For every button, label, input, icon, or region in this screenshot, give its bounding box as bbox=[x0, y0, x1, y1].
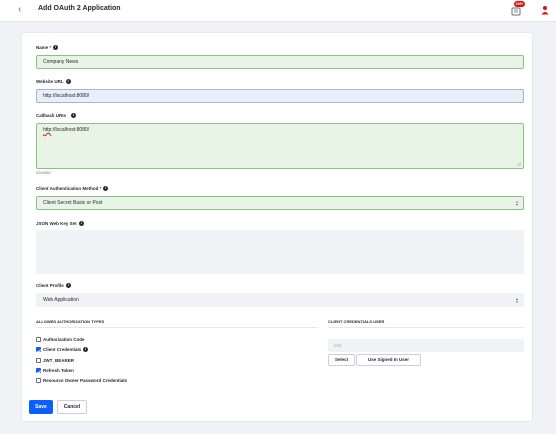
callback-uris-textarea[interactable]: http://localhost:8080/ bbox=[36, 123, 524, 169]
website-url-label: Website URL i bbox=[36, 79, 71, 85]
checkbox-jwt-bearer[interactable]: JWT_BEARER bbox=[36, 358, 74, 364]
website-url-input[interactable]: http://localhost:8080/ bbox=[36, 89, 524, 103]
jwks-textarea[interactable] bbox=[36, 230, 524, 274]
info-icon[interactable]: i bbox=[71, 113, 77, 119]
checkbox-client-credentials[interactable]: Client Credentials i bbox=[36, 347, 89, 353]
page-title: Add OAuth 2 Application bbox=[38, 5, 121, 12]
info-icon[interactable]: i bbox=[65, 79, 71, 85]
select-user-button[interactable]: Select bbox=[328, 354, 355, 366]
select-arrows-icon: ▴ ▾ bbox=[515, 199, 518, 207]
checkbox-refresh-token[interactable]: Refresh Token bbox=[36, 368, 74, 374]
checkbox-authorization-code[interactable]: Authorization Code bbox=[36, 337, 85, 343]
client-profile-select[interactable]: Web Application ▴ ▾ bbox=[36, 293, 524, 307]
select-arrows-icon: ▴ ▾ bbox=[515, 296, 518, 304]
divider bbox=[328, 327, 524, 328]
info-icon[interactable]: i bbox=[78, 221, 84, 227]
checkbox[interactable] bbox=[36, 368, 41, 374]
use-signed-in-user-button[interactable]: Use Signed In User bbox=[356, 354, 421, 366]
application-form-card: Name * i Company News Website URL i http:/… bbox=[21, 32, 533, 422]
allowed-types-heading: ALLOWED AUTHORIZATION TYPES bbox=[36, 319, 105, 324]
divider bbox=[36, 327, 318, 328]
client-profile-label: Client Profile i bbox=[36, 283, 71, 289]
save-button[interactable]: Save bbox=[29, 400, 53, 414]
top-bar: ‹ Add OAuth 2 Application 199+ bbox=[0, 0, 556, 22]
info-icon[interactable]: i bbox=[103, 186, 109, 192]
name-input[interactable]: Company News bbox=[36, 55, 524, 69]
callback-uris-label: Callback URIs i bbox=[36, 113, 77, 119]
user-avatar-icon[interactable] bbox=[541, 5, 549, 15]
notification-count-badge: 199+ bbox=[514, 1, 525, 7]
jwks-label: JSON Web Key Set i bbox=[36, 221, 84, 227]
resize-handle-icon[interactable] bbox=[517, 162, 521, 166]
checkbox[interactable] bbox=[36, 337, 41, 343]
character-counter: 22/4000 bbox=[36, 170, 51, 175]
client-auth-method-select[interactable]: Client Secret Basic or Post ▴ ▾ bbox=[36, 196, 524, 210]
client-auth-method-label: Client Authentication Method * i bbox=[36, 186, 109, 192]
checkbox[interactable] bbox=[36, 378, 41, 384]
client-credentials-user-input: test bbox=[328, 339, 524, 352]
info-icon[interactable]: i bbox=[65, 283, 71, 289]
client-credentials-user-heading: CLIENT CREDENTIALS USER bbox=[328, 319, 385, 324]
name-label: Name * i bbox=[36, 45, 59, 51]
info-icon[interactable]: i bbox=[53, 45, 59, 51]
checkbox-resource-owner-password[interactable]: Resource Owner Password Credentials bbox=[36, 378, 127, 384]
checkbox[interactable] bbox=[36, 347, 41, 353]
info-icon[interactable]: i bbox=[83, 347, 89, 353]
cancel-button[interactable]: Cancel bbox=[57, 400, 87, 414]
checkbox[interactable] bbox=[36, 358, 41, 364]
back-chevron-icon[interactable]: ‹ bbox=[18, 4, 21, 16]
